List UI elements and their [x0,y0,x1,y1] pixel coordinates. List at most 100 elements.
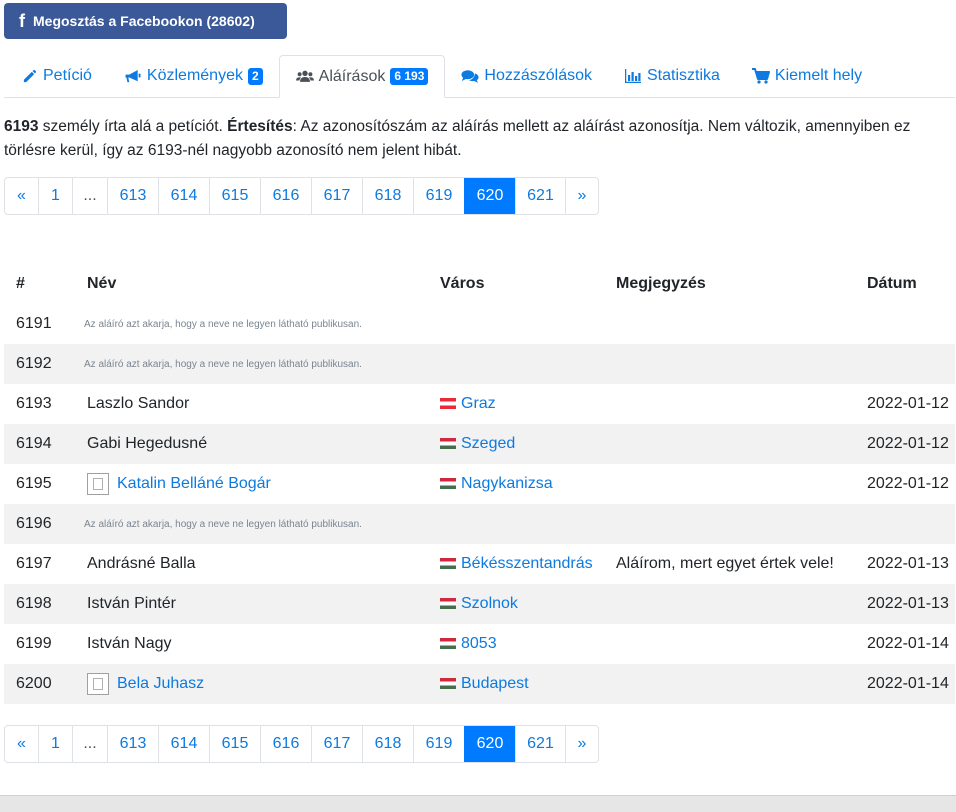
page-620-current[interactable]: 620 [464,178,515,214]
page-ellipsis: ... [72,178,107,214]
tab-kozlemenyek[interactable]: Közlemények 2 [108,55,279,97]
table-row: 6198 István Pintér Szolnok 2022-01-13 [4,584,955,624]
signer-name-cell: István Nagy [76,624,440,664]
cart-icon [751,68,770,84]
column-header-name: Név [87,275,117,292]
city-link[interactable]: Szolnok [461,595,518,612]
page-617[interactable]: 617 [311,726,362,762]
city-link[interactable]: 8053 [461,635,497,652]
hungary-flag-icon [440,598,456,610]
page-613[interactable]: 613 [107,178,158,214]
table-row: 6200 Bela Juhasz Budapest 2022-01-14 [4,664,955,704]
page-613[interactable]: 613 [107,726,158,762]
avatar-image-icon [87,473,109,495]
city-cell: Graz [440,384,616,424]
table-row: 6199 István Nagy 8053 2022-01-14 [4,624,955,664]
table-row: 6192 Az aláíró azt akarja, hogy a neve ne… [4,344,955,384]
hidden-signer-note: Az aláíró azt akarja, hogy a neve ne leg… [76,504,955,544]
signature-id: 6195 [16,475,52,492]
tab-hozzaszolasok[interactable]: Hozzászólások [445,55,608,97]
signer-profile-link[interactable]: Katalin Belláné Bogár [117,475,271,492]
signer-name: István Pintér [87,595,176,612]
city-cell: Nagykanizsa [440,464,616,504]
signer-name: Andrásné Balla [87,555,196,572]
signer-profile-link[interactable]: Bela Juhasz [117,675,204,692]
city-link[interactable]: Budapest [461,675,529,692]
city-link[interactable]: Graz [461,395,496,412]
hungary-flag-icon [440,638,456,650]
tab-peticio[interactable]: Petíció [4,55,108,97]
city-link[interactable]: Szeged [461,435,515,452]
notice-label: Értesítés [227,118,293,135]
page-617[interactable]: 617 [311,178,362,214]
signature-id: 6199 [16,635,52,652]
comment-cell [616,384,867,424]
tab-label: Petíció [43,67,92,84]
page-618[interactable]: 618 [362,726,413,762]
pencil-icon [20,68,38,84]
hungary-flag-icon [440,678,456,690]
signer-name-cell: Bela Juhasz [76,664,440,704]
avatar-image-icon [87,673,109,695]
signer-name-cell: Gabi Hegedusné [76,424,440,464]
table-row: 6194 Gabi Hegedusné Szeged 2022-01-12 [4,424,955,464]
facebook-icon: f [19,10,25,31]
page-ellipsis: ... [72,726,107,762]
users-icon [295,69,314,85]
page-footer-bar [0,795,956,812]
signatures-count-badge: 6 193 [390,68,429,85]
page-616[interactable]: 616 [260,726,311,762]
page-621[interactable]: 621 [515,726,565,762]
page-621[interactable]: 621 [515,178,565,214]
tab-kiemelt-hely[interactable]: Kiemelt hely [736,55,878,97]
table-row: 6197 Andrásné Balla Békésszentandrás Aláíro… [4,544,955,584]
bar-chart-icon [624,68,642,84]
hungary-flag-icon [440,478,456,490]
signature-date: 2022-01-12 [867,424,955,464]
intro-text: személy írta alá a petíciót. [38,118,228,135]
page-619[interactable]: 619 [413,178,464,214]
signature-date: 2022-01-12 [867,395,949,412]
comment-cell [616,624,867,664]
signer-name: István Nagy [87,635,172,652]
page-prev[interactable]: « [5,726,38,762]
hungary-flag-icon [440,438,456,450]
tab-alairasok[interactable]: Aláírások 6 193 [278,55,446,98]
page-620-current[interactable]: 620 [464,726,515,762]
page-614[interactable]: 614 [158,178,209,214]
page-first[interactable]: 1 [38,178,72,214]
comments-icon [461,68,479,84]
signature-id: 6191 [16,315,52,332]
city-link[interactable]: Békésszentandrás [461,555,593,572]
signature-date: 2022-01-14 [867,635,949,652]
signer-name: Gabi Hegedusné [87,435,208,452]
column-header-num: # [16,275,25,292]
comment-cell: Aláírom, mert egyet értek vele! [616,555,834,572]
page-first[interactable]: 1 [38,726,72,762]
comment-cell [616,424,867,464]
page-615[interactable]: 615 [209,178,260,214]
city-link[interactable]: Nagykanizsa [461,475,553,492]
page-next[interactable]: » [565,726,598,762]
page-618[interactable]: 618 [362,178,413,214]
tab-label: Hozzászólások [484,67,592,84]
table-row: 6193 Laszlo Sandor Graz 2022-01-12 [4,384,955,424]
page-614[interactable]: 614 [158,726,209,762]
signature-date: 2022-01-12 [867,475,949,492]
page-615[interactable]: 615 [209,726,260,762]
city-cell: Szolnok [440,584,616,624]
tab-statisztika[interactable]: Statisztika [608,55,736,97]
table-row: 6195 Katalin Belláné Bogár Nagykanizsa 2022… [4,464,955,504]
facebook-share-button[interactable]: f Megosztás a Facebookon (28602) [4,3,287,39]
page-616[interactable]: 616 [260,178,311,214]
page-619[interactable]: 619 [413,726,464,762]
signer-name: Laszlo Sandor [87,395,190,412]
page-prev[interactable]: « [5,178,38,214]
page-next[interactable]: » [565,178,598,214]
signatures-table-body: 6191 Az aláíró azt akarja, hogy a neve ne… [4,304,955,704]
tab-label: Statisztika [647,67,720,84]
signatures-intro: 6193 személy írta alá a petíciót. Értesí… [4,115,949,163]
tab-label: Kiemelt hely [774,67,863,84]
signer-name-cell: István Pintér [76,584,440,624]
table-row: 6196 Az aláíró azt akarja, hogy a neve ne… [4,504,955,544]
